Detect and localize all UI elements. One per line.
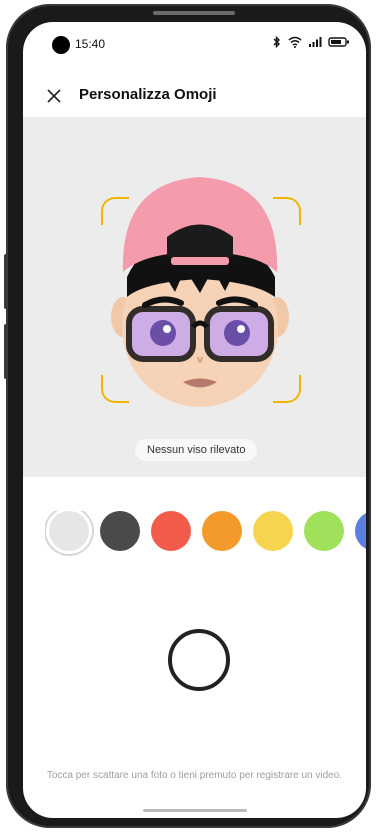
color-swatch-yellow[interactable] <box>253 511 293 551</box>
bluetooth-icon <box>272 35 282 53</box>
signal-icon <box>308 35 322 53</box>
phone-frame: 15:40 Personalizza Omoji Nessun viso ril… <box>4 4 371 828</box>
color-swatch-row <box>45 511 366 559</box>
color-swatch-red[interactable] <box>151 511 191 551</box>
shutter-button[interactable] <box>168 629 230 691</box>
status-time: 15:40 <box>75 37 106 51</box>
camera-preview: Nessun viso rilevato <box>23 117 366 477</box>
battery-icon <box>328 35 350 53</box>
screen: 15:40 Personalizza Omoji Nessun viso ril… <box>23 22 366 818</box>
color-swatch-orange[interactable] <box>202 511 242 551</box>
omoji-avatar <box>111 177 289 407</box>
front-camera <box>52 36 70 54</box>
capture-hint: Tocca per scattare una foto o tieni prem… <box>46 770 343 781</box>
color-swatch-white[interactable] <box>49 511 89 551</box>
earpiece <box>153 11 235 15</box>
status-icons <box>272 35 350 53</box>
volume-button <box>4 254 8 309</box>
page-title: Personalizza Omoji <box>79 86 217 103</box>
home-indicator[interactable] <box>143 809 247 812</box>
color-swatch-blue[interactable] <box>355 511 366 551</box>
volume-button <box>4 324 8 379</box>
app-header: Personalizza Omoji <box>23 77 366 117</box>
close-icon[interactable] <box>45 87 63 105</box>
wifi-icon <box>288 35 302 53</box>
status-bar: 15:40 <box>23 22 366 66</box>
color-swatch-green[interactable] <box>304 511 344 551</box>
color-swatch-dark-gray[interactable] <box>100 511 140 551</box>
no-face-toast: Nessun viso rilevato <box>135 439 258 461</box>
